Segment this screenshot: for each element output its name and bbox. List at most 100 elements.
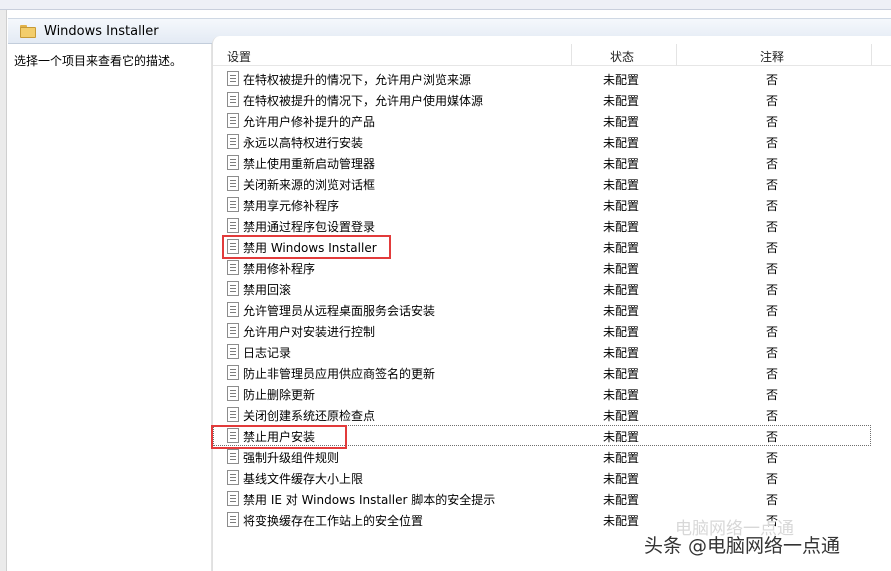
policy-status: 未配置 (603, 451, 640, 465)
policy-status: 未配置 (603, 283, 640, 297)
policy-name: 禁用享元修补程序 (243, 199, 340, 213)
policy-status: 未配置 (603, 514, 640, 528)
policy-setting-icon (227, 155, 239, 170)
policy-row[interactable]: 禁用通过程序包设置登录 未配置 否 (213, 215, 891, 236)
left-tree-edge (0, 10, 7, 571)
policy-name: 关闭创建系统还原检查点 (243, 409, 376, 423)
top-strip (0, 0, 891, 10)
policy-name: 在特权被提升的情况下，允许用户使用媒体源 (243, 94, 484, 108)
policy-row[interactable]: 允许用户对安装进行控制 未配置 否 (213, 320, 891, 341)
policy-name: 防止非管理员应用供应商签名的更新 (243, 367, 436, 381)
policy-row[interactable]: 关闭创建系统还原检查点 未配置 否 (213, 404, 891, 425)
policy-setting-icon (227, 491, 239, 506)
policy-status: 未配置 (603, 262, 640, 276)
policy-name: 日志记录 (243, 346, 292, 360)
policy-setting-icon (227, 512, 239, 527)
policy-status: 未配置 (603, 94, 640, 108)
policy-row[interactable]: 禁用回滚 未配置 否 (213, 278, 891, 299)
red-highlight-box (222, 235, 391, 259)
policy-note: 否 (766, 346, 779, 360)
column-divider[interactable] (871, 44, 872, 66)
policy-setting-icon (227, 113, 239, 128)
list-header: 设置 状态 注释 (213, 44, 891, 66)
policy-name: 禁用修补程序 (243, 262, 316, 276)
policy-note: 否 (766, 409, 779, 423)
policy-note: 否 (766, 199, 779, 213)
column-header-setting[interactable]: 设置 (227, 48, 251, 65)
policy-setting-icon (227, 365, 239, 380)
policy-row[interactable]: 禁用修补程序 未配置 否 (213, 257, 891, 278)
policy-status: 未配置 (603, 493, 640, 507)
policy-note: 否 (766, 472, 779, 486)
policy-row[interactable]: 禁用 IE 对 Windows Installer 脚本的安全提示 未配置 否 (213, 488, 891, 509)
policy-status: 未配置 (603, 178, 640, 192)
policy-note: 否 (766, 220, 779, 234)
policy-note: 否 (766, 241, 779, 255)
policy-note: 否 (766, 115, 779, 129)
policy-setting-icon (227, 281, 239, 296)
policy-status: 未配置 (603, 346, 640, 360)
column-header-note[interactable]: 注释 (760, 48, 784, 65)
folder-icon (20, 25, 36, 38)
policy-setting-icon (227, 470, 239, 485)
policy-note: 否 (766, 304, 779, 318)
policy-row[interactable]: 日志记录 未配置 否 (213, 341, 891, 362)
policy-note: 否 (766, 136, 779, 150)
policy-row[interactable]: 防止非管理员应用供应商签名的更新 未配置 否 (213, 362, 891, 383)
policy-status: 未配置 (603, 388, 640, 402)
settings-list[interactable]: 设置 状态 注释 在特权被提升的情况下，允许用户浏览来源 未配置否在特权被提升的情… (212, 36, 891, 571)
policy-note: 否 (766, 157, 779, 171)
policy-setting-icon (227, 92, 239, 107)
policy-row[interactable]: 防止删除更新 未配置 否 (213, 383, 891, 404)
policy-note: 否 (766, 325, 779, 339)
policy-note: 否 (766, 388, 779, 402)
policy-setting-icon (227, 407, 239, 422)
policy-setting-icon (227, 71, 239, 86)
policy-name: 将变换缓存在工作站上的安全位置 (243, 514, 424, 528)
policy-note: 否 (766, 451, 779, 465)
policy-status: 未配置 (603, 157, 640, 171)
policy-setting-icon (227, 197, 239, 212)
policy-status: 未配置 (603, 220, 640, 234)
red-highlight-box (211, 425, 347, 449)
policy-setting-icon (227, 302, 239, 317)
policy-note: 否 (766, 178, 779, 192)
description-text: 选择一个项目来查看它的描述。 (14, 54, 183, 68)
policy-name: 强制升级组件规则 (243, 451, 340, 465)
policy-setting-icon (227, 449, 239, 464)
column-divider[interactable] (571, 44, 572, 66)
policy-row[interactable]: 在特权被提升的情况下，允许用户浏览来源 未配置 否 (213, 68, 891, 89)
policy-status: 未配置 (603, 430, 640, 444)
policy-status: 未配置 (603, 199, 640, 213)
policy-row[interactable]: 在特权被提升的情况下，允许用户使用媒体源 未配置 否 (213, 89, 891, 110)
policy-row[interactable]: 强制升级组件规则 未配置 否 (213, 446, 891, 467)
policy-status: 未配置 (603, 115, 640, 129)
policy-note: 否 (766, 367, 779, 381)
policy-row[interactable]: 关闭新来源的浏览对话框 未配置 否 (213, 173, 891, 194)
policy-row[interactable]: 永远以高特权进行安装 未配置 否 (213, 131, 891, 152)
settings-rows: 在特权被提升的情况下，允许用户浏览来源 未配置否在特权被提升的情况下，允许用户使用… (213, 68, 891, 530)
policy-setting-icon (227, 218, 239, 233)
column-header-status[interactable]: 状态 (610, 48, 634, 65)
policy-row[interactable]: 禁用享元修补程序 未配置 否 (213, 194, 891, 215)
policy-status: 未配置 (603, 472, 640, 486)
policy-row[interactable]: 禁止使用重新启动管理器 未配置 否 (213, 152, 891, 173)
policy-setting-icon (227, 344, 239, 359)
policy-name: 基线文件缓存大小上限 (243, 472, 364, 486)
policy-row[interactable]: 基线文件缓存大小上限 未配置 否 (213, 467, 891, 488)
policy-status: 未配置 (603, 241, 640, 255)
policy-setting-icon (227, 386, 239, 401)
policy-row[interactable]: 允许用户修补提升的产品 未配置 否 (213, 110, 891, 131)
column-divider[interactable] (676, 44, 677, 66)
policy-note: 否 (766, 493, 779, 507)
policy-status: 未配置 (603, 325, 640, 339)
policy-name: 关闭新来源的浏览对话框 (243, 178, 376, 192)
policy-name: 禁用通过程序包设置登录 (243, 220, 376, 234)
policy-setting-icon (227, 323, 239, 338)
description-pane: 选择一个项目来查看它的描述。 (8, 44, 212, 571)
policy-status: 未配置 (603, 367, 640, 381)
policy-row[interactable]: 允许管理员从远程桌面服务会话安装 未配置 否 (213, 299, 891, 320)
folder-title: Windows Installer (44, 24, 159, 39)
policy-note: 否 (766, 430, 779, 444)
policy-name: 允许用户对安装进行控制 (243, 325, 376, 339)
